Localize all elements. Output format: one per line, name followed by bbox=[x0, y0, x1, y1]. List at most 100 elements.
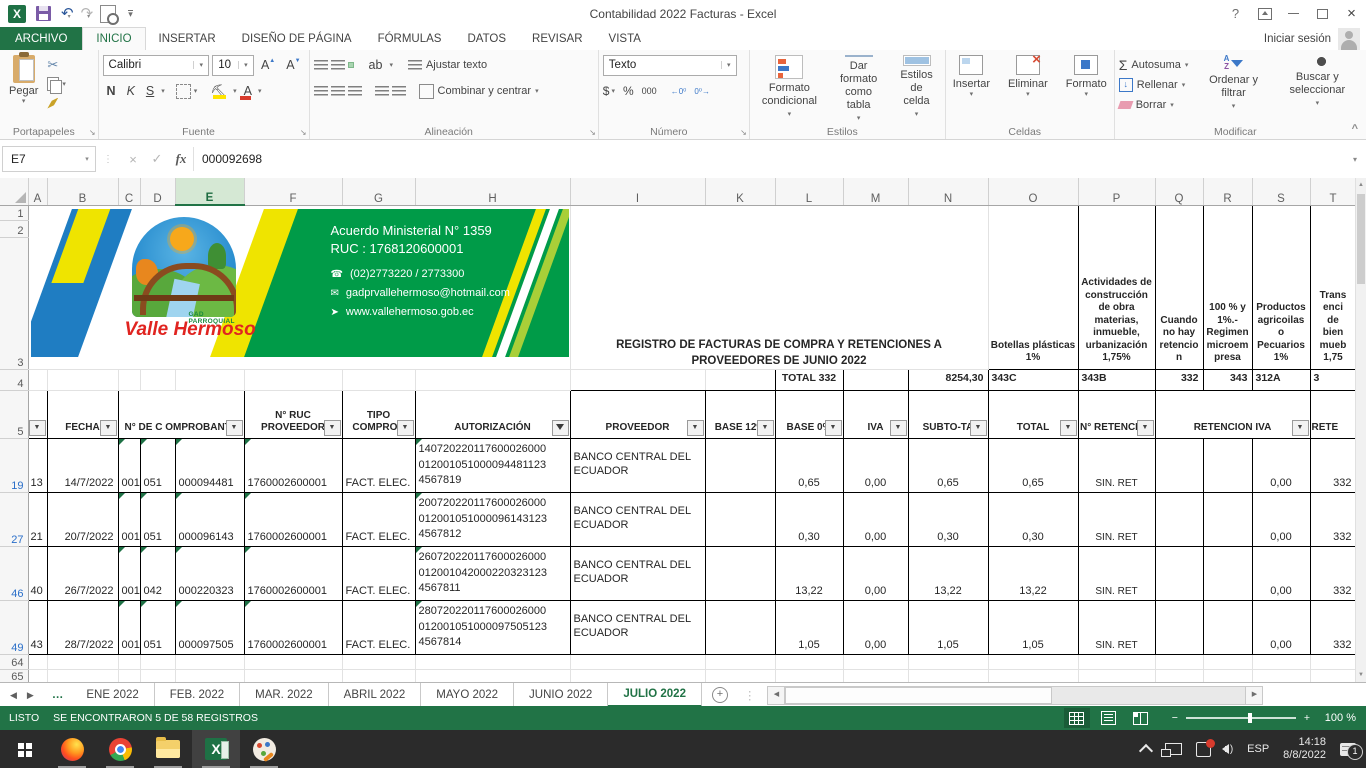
tab-archivo[interactable]: ARCHIVO bbox=[0, 27, 82, 50]
find-select-dropdown-icon[interactable]: ▾ bbox=[1316, 97, 1320, 110]
confirm-entry-icon[interactable]: ✓ bbox=[145, 151, 169, 167]
row-header-49[interactable]: 49 bbox=[0, 600, 28, 654]
header-num-retencion[interactable]: N° RETENCION▼ bbox=[1078, 390, 1155, 438]
empty-cell[interactable] bbox=[1310, 654, 1356, 669]
cell-base0[interactable]: 0,30 bbox=[775, 492, 843, 546]
header-cuando-cell[interactable]: Cuando no hay retencion bbox=[1155, 205, 1203, 369]
vertical-scrollbar[interactable]: ▲ ▼ bbox=[1355, 178, 1366, 682]
delete-button[interactable]: Eliminar▾ bbox=[1001, 53, 1055, 123]
row-header-4[interactable]: 4 bbox=[0, 369, 28, 390]
empty-cell[interactable] bbox=[843, 669, 908, 682]
empty-cell[interactable] bbox=[175, 654, 244, 669]
cell-a4[interactable] bbox=[28, 369, 47, 390]
empty-cell[interactable] bbox=[1078, 669, 1155, 682]
save-icon[interactable] bbox=[36, 6, 51, 21]
select-all-corner[interactable] bbox=[0, 178, 28, 205]
name-box-dropdown-icon[interactable]: ▾ bbox=[79, 155, 95, 163]
row-header-5[interactable]: 5 bbox=[0, 390, 28, 438]
empty-cell[interactable] bbox=[988, 669, 1078, 682]
format-table-dropdown-icon[interactable]: ▾ bbox=[857, 112, 861, 125]
empty-cell[interactable] bbox=[175, 669, 244, 682]
cell-total[interactable]: 1,05 bbox=[988, 600, 1078, 654]
header-subtotal[interactable]: SUBTO-TA▼ bbox=[908, 390, 988, 438]
network-icon[interactable] bbox=[1165, 743, 1182, 755]
close-button[interactable]: × bbox=[1337, 1, 1366, 27]
sort-filter-button[interactable]: AZ Ordenar y filtrar ▾ bbox=[1198, 53, 1268, 123]
format-painter-button[interactable] bbox=[47, 95, 66, 111]
sheet-tab-ene[interactable]: ENE 2022 bbox=[71, 683, 154, 707]
page-layout-view-button[interactable] bbox=[1096, 708, 1122, 728]
cell-tipo[interactable]: FACT. ELEC. bbox=[342, 546, 415, 600]
cell-styles-dropdown-icon[interactable]: ▾ bbox=[915, 108, 919, 121]
copy-button[interactable]: ▾ bbox=[47, 76, 66, 92]
cell-b4[interactable] bbox=[47, 369, 118, 390]
zoom-out-icon[interactable]: − bbox=[1172, 712, 1178, 724]
font-name-select[interactable]: Calibri▾ bbox=[103, 55, 210, 76]
cell-cod[interactable]: 332 bbox=[1310, 546, 1356, 600]
header-autorizacion[interactable]: AUTORIZACIÓN bbox=[415, 390, 570, 438]
start-button[interactable] bbox=[0, 730, 48, 768]
cell-base12[interactable] bbox=[705, 438, 775, 492]
cell-no[interactable]: 43 bbox=[28, 600, 47, 654]
tab-revisar[interactable]: REVISAR bbox=[519, 27, 596, 50]
filter-comprobante-icon[interactable]: ▼ bbox=[226, 420, 243, 436]
empty-cell[interactable] bbox=[1155, 654, 1203, 669]
code-343-cell[interactable]: 343 bbox=[1203, 369, 1252, 390]
header-comprobante[interactable]: N° DE C OMPROBANTE▼ bbox=[118, 390, 244, 438]
sheet-tab-feb[interactable]: FEB. 2022 bbox=[155, 683, 240, 707]
col-header-f[interactable]: F bbox=[244, 178, 342, 205]
empty-cell[interactable] bbox=[28, 654, 47, 669]
zoom-level[interactable]: 100 % bbox=[1318, 712, 1356, 724]
filter-subtotal-icon[interactable]: ▼ bbox=[970, 420, 987, 436]
header-transferencia-cell[interactable]: Trans enci de bien mueb 1,75 bbox=[1310, 205, 1356, 369]
ribbon-display-options-button[interactable] bbox=[1250, 1, 1279, 27]
bold-button[interactable]: N bbox=[103, 81, 120, 101]
tab-datos[interactable]: DATOS bbox=[454, 27, 519, 50]
cell-comprobante[interactable]: 000094481 bbox=[175, 438, 244, 492]
empty-cell[interactable] bbox=[140, 654, 175, 669]
col-header-m[interactable]: M bbox=[843, 178, 908, 205]
filter-no-icon[interactable]: ▼ bbox=[29, 420, 46, 436]
cell-total[interactable]: 0,65 bbox=[988, 438, 1078, 492]
formula-input[interactable]: 000092698 bbox=[193, 147, 1344, 171]
sign-in[interactable]: Iniciar sesión bbox=[1264, 27, 1366, 50]
cell-base12[interactable] bbox=[705, 546, 775, 600]
cell-r[interactable] bbox=[1203, 600, 1252, 654]
cell-g4[interactable] bbox=[342, 369, 415, 390]
cell-cod[interactable]: 332 bbox=[1310, 438, 1356, 492]
hscroll-track[interactable] bbox=[785, 686, 1245, 705]
cell-ruc[interactable]: 1760002600001 bbox=[244, 546, 342, 600]
header-regimen-cell[interactable]: 100 % y 1%.- Regimen microempresa bbox=[1203, 205, 1252, 369]
hscroll-left-icon[interactable]: ◀ bbox=[767, 686, 785, 705]
tab-insertar[interactable]: INSERTAR bbox=[146, 27, 229, 50]
tab-inicio[interactable]: INICIO bbox=[82, 27, 145, 50]
cell-subtotal[interactable]: 1,05 bbox=[908, 600, 988, 654]
insert-dropdown-icon[interactable]: ▾ bbox=[970, 90, 974, 98]
help-button[interactable]: ? bbox=[1221, 1, 1250, 27]
empty-cell[interactable] bbox=[1252, 669, 1310, 682]
cell-cod[interactable]: 332 bbox=[1310, 492, 1356, 546]
insert-function-icon[interactable]: fx bbox=[169, 151, 193, 167]
filter-base12-icon[interactable]: ▼ bbox=[757, 420, 774, 436]
page-break-view-button[interactable] bbox=[1128, 708, 1154, 728]
decrease-decimal-icon[interactable]: 0⁰→ bbox=[694, 87, 710, 96]
filter-retencion-iva-icon[interactable]: ▼ bbox=[1292, 420, 1309, 436]
cell-autorizacion[interactable]: 260720220117600026000 012001042000220323… bbox=[415, 546, 570, 600]
wrap-text-button[interactable]: Ajustar texto bbox=[408, 55, 487, 76]
cell-total[interactable]: 13,22 bbox=[988, 546, 1078, 600]
cell-e4[interactable] bbox=[175, 369, 244, 390]
merge-center-dropdown-icon[interactable]: ▾ bbox=[535, 87, 539, 95]
filter-tipo-icon[interactable]: ▼ bbox=[397, 420, 414, 436]
empty-cell[interactable] bbox=[342, 669, 415, 682]
sheet-tab-julio-active[interactable]: JULIO 2022 bbox=[608, 683, 702, 707]
align-left-icon[interactable] bbox=[314, 86, 328, 96]
col-header-a[interactable]: A bbox=[28, 178, 47, 205]
taskbar-excel-active[interactable]: X bbox=[192, 730, 240, 768]
cell-base12[interactable] bbox=[705, 492, 775, 546]
undo-button[interactable]: ↶▾ bbox=[61, 7, 71, 21]
grow-font-button[interactable]: A▲ bbox=[257, 55, 279, 75]
empty-cell[interactable] bbox=[118, 654, 140, 669]
cell-i4[interactable] bbox=[570, 369, 705, 390]
align-center-icon[interactable] bbox=[331, 86, 345, 96]
sheet-tab-junio[interactable]: JUNIO 2022 bbox=[514, 683, 608, 707]
